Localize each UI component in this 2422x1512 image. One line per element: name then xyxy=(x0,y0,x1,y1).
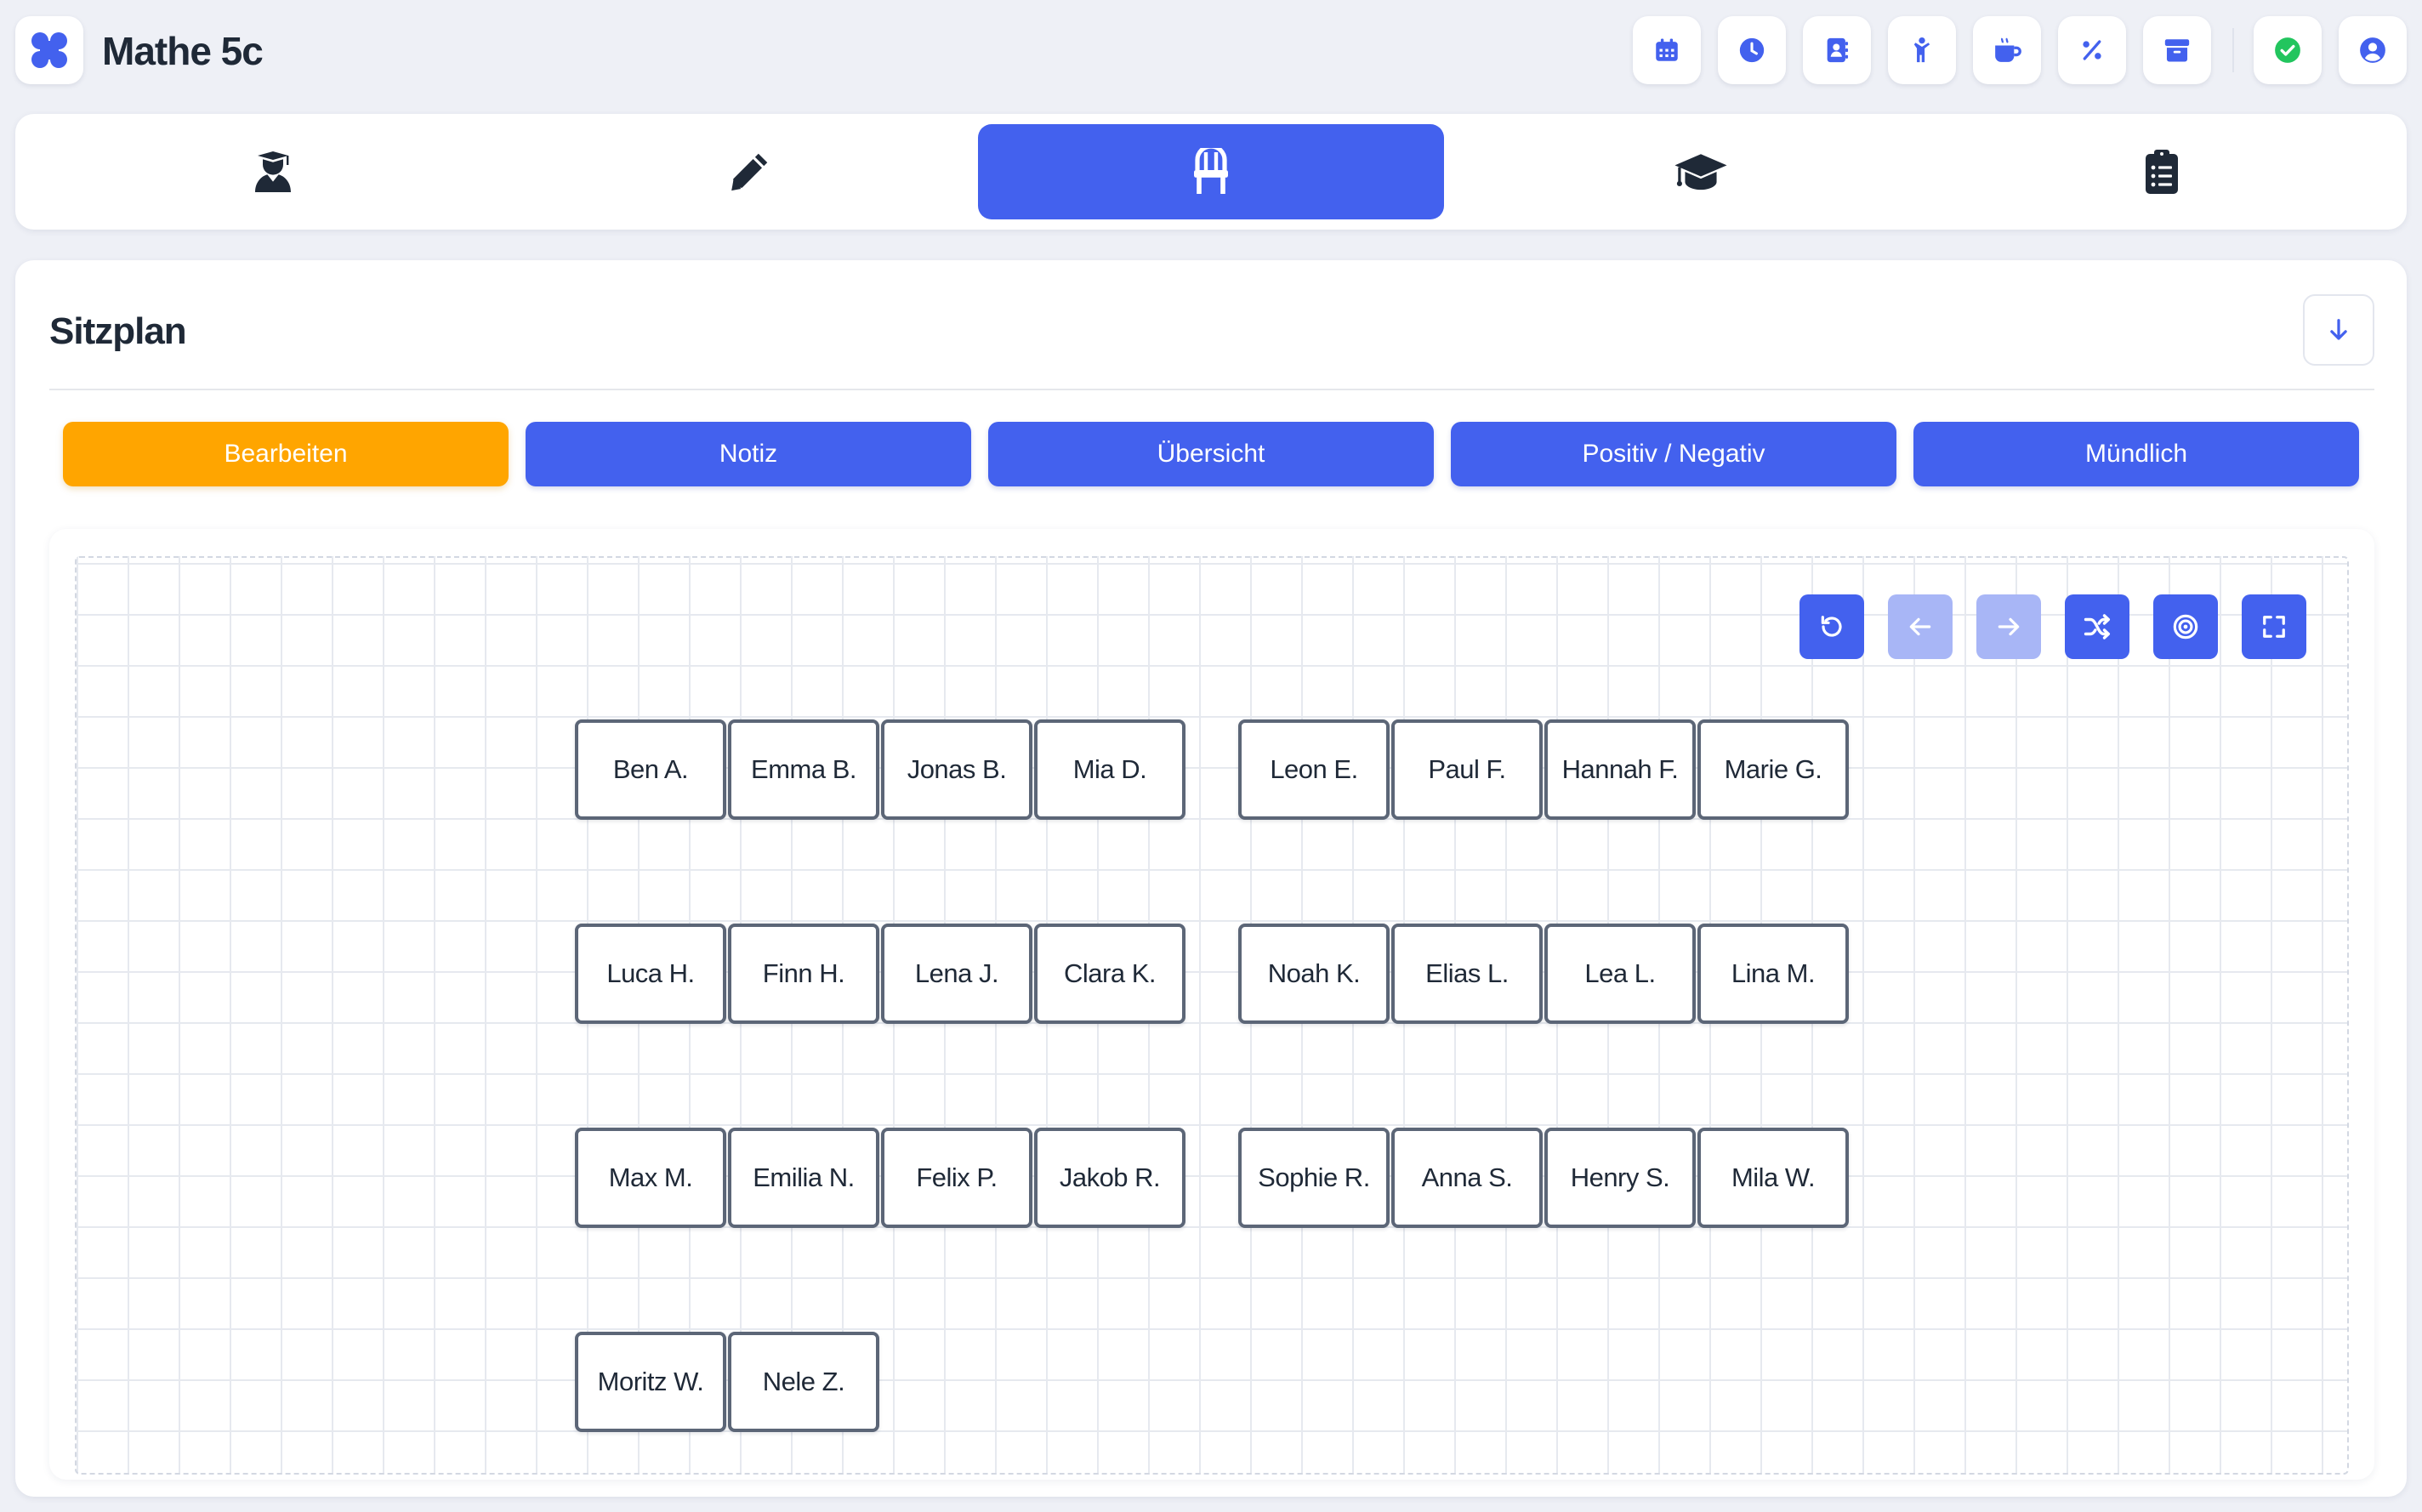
seat-card[interactable]: Luca H. xyxy=(575,924,726,1024)
child-button[interactable] xyxy=(1888,16,1956,84)
seating-plan-card: Sitzplan Bearbeiten Notiz Übersicht Posi… xyxy=(15,260,2407,1497)
clock-button[interactable] xyxy=(1718,16,1786,84)
percent-icon xyxy=(2083,40,2101,60)
chair-icon xyxy=(1194,148,1228,194)
calendar-button[interactable] xyxy=(1633,16,1701,84)
tab-teacher[interactable] xyxy=(40,124,506,219)
coffee-mug-icon xyxy=(1995,37,2021,62)
arrow-left-icon xyxy=(1909,617,1931,636)
seating-grid[interactable]: Ben A. Emma B. Jonas B. Mia D. Leon E. Paul F… xyxy=(75,556,2349,1475)
archive-icon xyxy=(2164,39,2190,62)
seat-card[interactable]: Max M. xyxy=(575,1128,726,1228)
seat-card[interactable]: Jonas B. xyxy=(881,719,1032,820)
user-circle-icon xyxy=(2360,37,2385,63)
shuffle-icon xyxy=(2084,614,2111,639)
app-logo-icon xyxy=(31,32,67,68)
seat-card[interactable]: Noah K. xyxy=(1238,924,1390,1024)
break-button[interactable] xyxy=(1973,16,2041,84)
mode-note-button[interactable]: Notiz xyxy=(526,422,971,486)
arrow-down-icon xyxy=(2330,319,2347,340)
tab-notes[interactable] xyxy=(516,124,982,219)
target-button[interactable] xyxy=(2153,594,2218,659)
seating-grid-container: Ben A. Emma B. Jonas B. Mia D. Leon E. Paul F… xyxy=(49,529,2374,1480)
arrow-right-icon xyxy=(1998,617,2020,636)
seat-card[interactable]: Anna S. xyxy=(1391,1128,1543,1228)
seat-card[interactable]: Mila W. xyxy=(1697,1128,1849,1228)
target-icon xyxy=(2173,614,2198,639)
graduation-cap-icon xyxy=(1674,154,1727,190)
seat-card[interactable]: Nele Z. xyxy=(728,1332,879,1432)
seat-card[interactable]: Sophie R. xyxy=(1238,1128,1390,1228)
seat-card[interactable]: Henry S. xyxy=(1544,1128,1696,1228)
seat-card[interactable]: Clara K. xyxy=(1034,924,1185,1024)
seat-card[interactable]: Lina M. xyxy=(1697,924,1849,1024)
title-divider xyxy=(49,389,2374,390)
teacher-icon xyxy=(255,151,291,192)
tab-tasks[interactable] xyxy=(1929,124,2395,219)
address-book-icon xyxy=(1827,37,1849,63)
seat-card[interactable]: Hannah F. xyxy=(1544,719,1696,820)
account-button[interactable] xyxy=(2339,16,2407,84)
header-divider xyxy=(2232,28,2234,72)
clipboard-list-icon xyxy=(2146,150,2178,194)
mode-positive-negative-button[interactable]: Positiv / Negativ xyxy=(1451,422,1896,486)
seat-card[interactable]: Elias L. xyxy=(1391,924,1543,1024)
check-circle-icon xyxy=(2275,37,2300,63)
status-button[interactable] xyxy=(2254,16,2322,84)
contacts-button[interactable] xyxy=(1803,16,1871,84)
redo-button[interactable] xyxy=(1976,594,2041,659)
archive-button[interactable] xyxy=(2143,16,2211,84)
tab-seating[interactable] xyxy=(978,124,1444,219)
main-nav xyxy=(15,114,2407,230)
rotate-ccw-icon xyxy=(1821,616,1842,637)
expand-icon xyxy=(2263,616,2285,638)
child-icon xyxy=(1913,37,1930,63)
download-button[interactable] xyxy=(2303,294,2374,366)
seat-card[interactable]: Lea L. xyxy=(1544,924,1696,1024)
seat-card[interactable]: Marie G. xyxy=(1697,719,1849,820)
calendar-icon xyxy=(1656,38,1678,61)
mode-overview-button[interactable]: Übersicht xyxy=(988,422,1434,486)
seat-card[interactable]: Ben A. xyxy=(575,719,726,820)
seat-card[interactable]: Felix P. xyxy=(881,1128,1032,1228)
seat-card[interactable]: Jakob R. xyxy=(1034,1128,1185,1228)
app-logo[interactable] xyxy=(15,16,83,84)
mode-oral-button[interactable]: Mündlich xyxy=(1913,422,2359,486)
seat-card[interactable]: Emilia N. xyxy=(728,1128,879,1228)
seat-card[interactable]: Leon E. xyxy=(1238,719,1390,820)
undo-button[interactable] xyxy=(1888,594,1953,659)
pencil-icon xyxy=(731,153,768,191)
page-title: Sitzplan xyxy=(49,310,187,352)
seat-card[interactable]: Paul F. xyxy=(1391,719,1543,820)
seat-card[interactable]: Finn H. xyxy=(728,924,879,1024)
seat-card[interactable]: Emma B. xyxy=(728,719,879,820)
seat-card[interactable]: Moritz W. xyxy=(575,1332,726,1432)
shuffle-button[interactable] xyxy=(2065,594,2129,659)
mode-edit-button[interactable]: Bearbeiten xyxy=(63,422,509,486)
percent-button[interactable] xyxy=(2058,16,2126,84)
fullscreen-button[interactable] xyxy=(2242,594,2306,659)
app-title: Mathe 5c xyxy=(102,29,264,73)
tab-grades[interactable] xyxy=(1468,124,1934,219)
seat-card[interactable]: Lena J. xyxy=(881,924,1032,1024)
seat-card[interactable]: Mia D. xyxy=(1034,719,1185,820)
clock-icon xyxy=(1739,37,1765,63)
reset-button[interactable] xyxy=(1799,594,1864,659)
